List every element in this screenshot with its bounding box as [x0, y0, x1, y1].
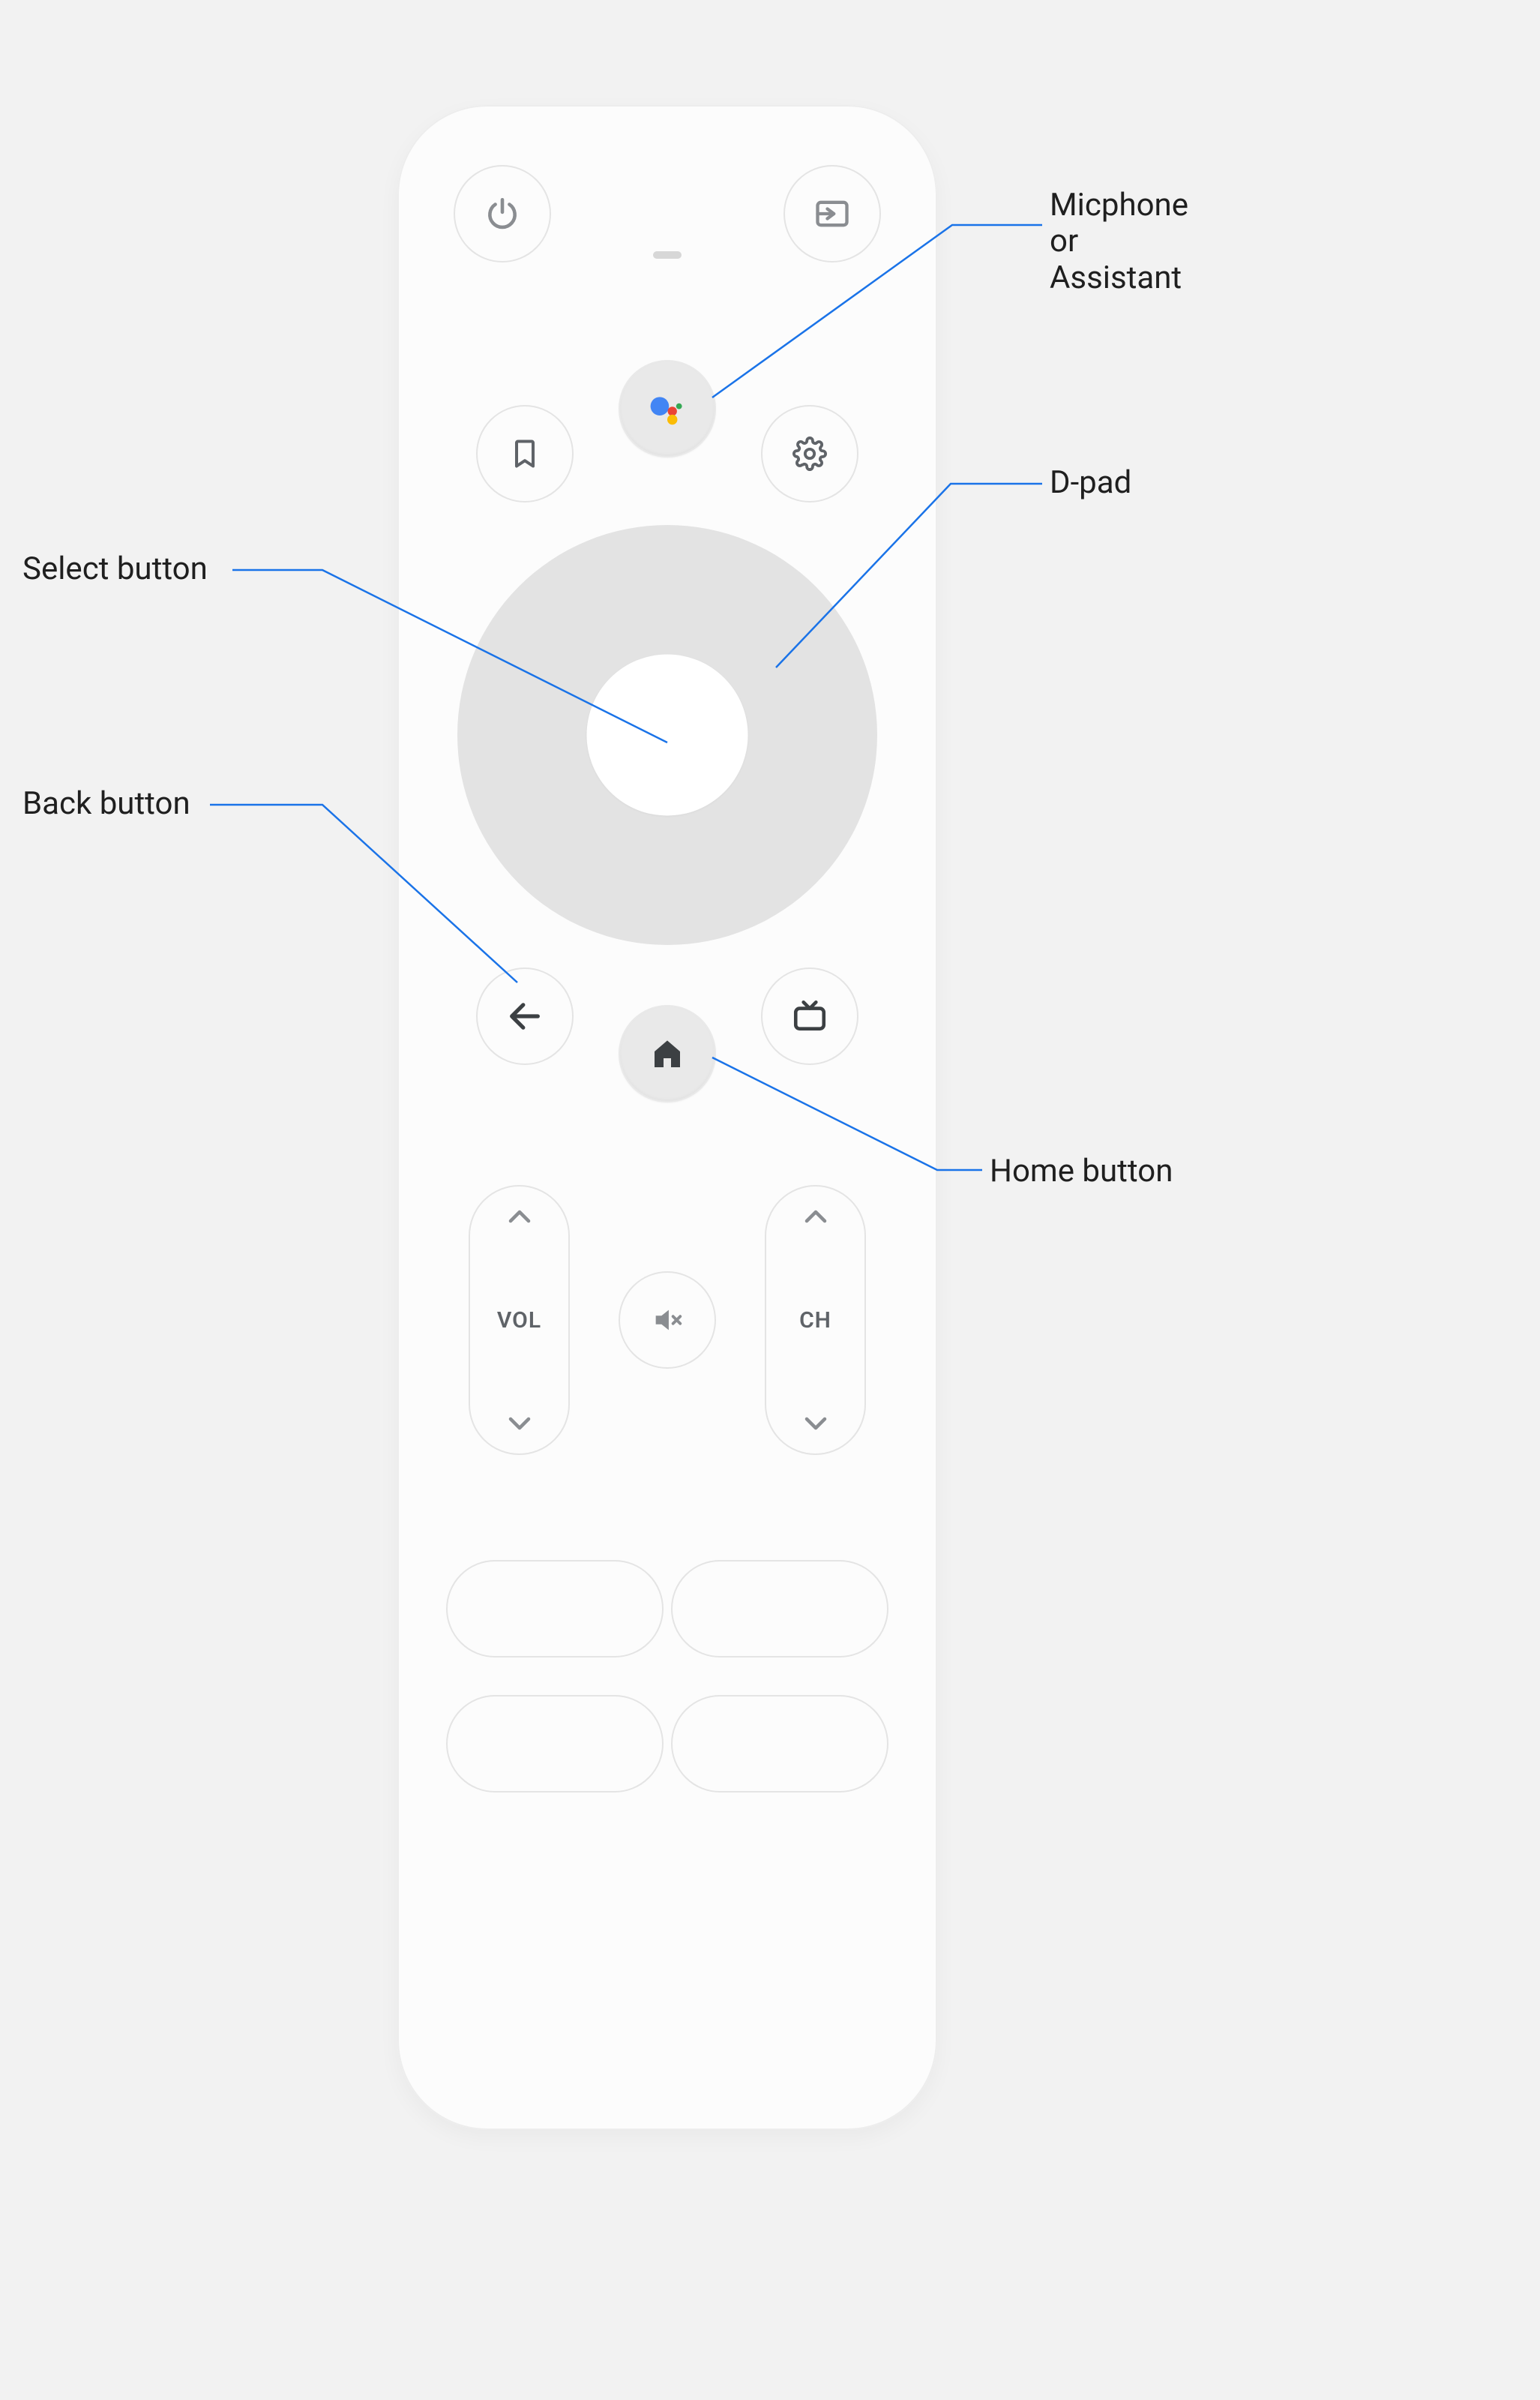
- callout-assistant: Micphone or Assistant: [1050, 188, 1188, 296]
- bookmark-button[interactable]: [476, 405, 574, 502]
- back-button[interactable]: [476, 968, 574, 1065]
- app-shortcut-4[interactable]: [671, 1695, 888, 1792]
- callout-dpad: D-pad: [1050, 465, 1131, 501]
- mute-button[interactable]: [619, 1271, 716, 1369]
- callout-home: Home button: [990, 1154, 1173, 1190]
- chevron-up-icon: [802, 1208, 829, 1226]
- channel-rocker[interactable]: CH: [765, 1185, 866, 1455]
- guide-button[interactable]: [761, 968, 858, 1065]
- channel-label: CH: [799, 1307, 831, 1334]
- diagram-canvas: VOL CH Micphone or Assistant: [0, 0, 1540, 2400]
- assistant-button[interactable]: [619, 360, 716, 458]
- remote-body: VOL CH: [397, 105, 937, 2130]
- bookmark-icon: [508, 437, 541, 470]
- app-shortcut-2[interactable]: [671, 1560, 888, 1658]
- mute-icon: [650, 1303, 685, 1337]
- d-pad[interactable]: [457, 525, 877, 945]
- callout-select: Select button: [22, 551, 208, 587]
- select-button[interactable]: [587, 655, 748, 816]
- chevron-down-icon: [506, 1414, 533, 1432]
- home-icon: [649, 1036, 685, 1072]
- power-button[interactable]: [454, 165, 551, 262]
- settings-button[interactable]: [761, 405, 858, 502]
- gear-icon: [792, 436, 827, 471]
- volume-label: VOL: [497, 1307, 541, 1334]
- chevron-up-icon: [506, 1208, 533, 1226]
- volume-rocker[interactable]: VOL: [469, 1185, 570, 1455]
- chevron-down-icon: [802, 1414, 829, 1432]
- status-led: [653, 251, 682, 259]
- power-icon: [484, 195, 521, 232]
- input-icon: [813, 194, 852, 233]
- tv-icon: [791, 998, 828, 1035]
- back-arrow-icon: [505, 997, 544, 1036]
- app-shortcut-1[interactable]: [446, 1560, 664, 1658]
- home-button[interactable]: [619, 1005, 716, 1102]
- callout-back: Back button: [22, 786, 190, 822]
- app-shortcut-3[interactable]: [446, 1695, 664, 1792]
- input-button[interactable]: [783, 165, 881, 262]
- assistant-icon: [646, 388, 688, 430]
